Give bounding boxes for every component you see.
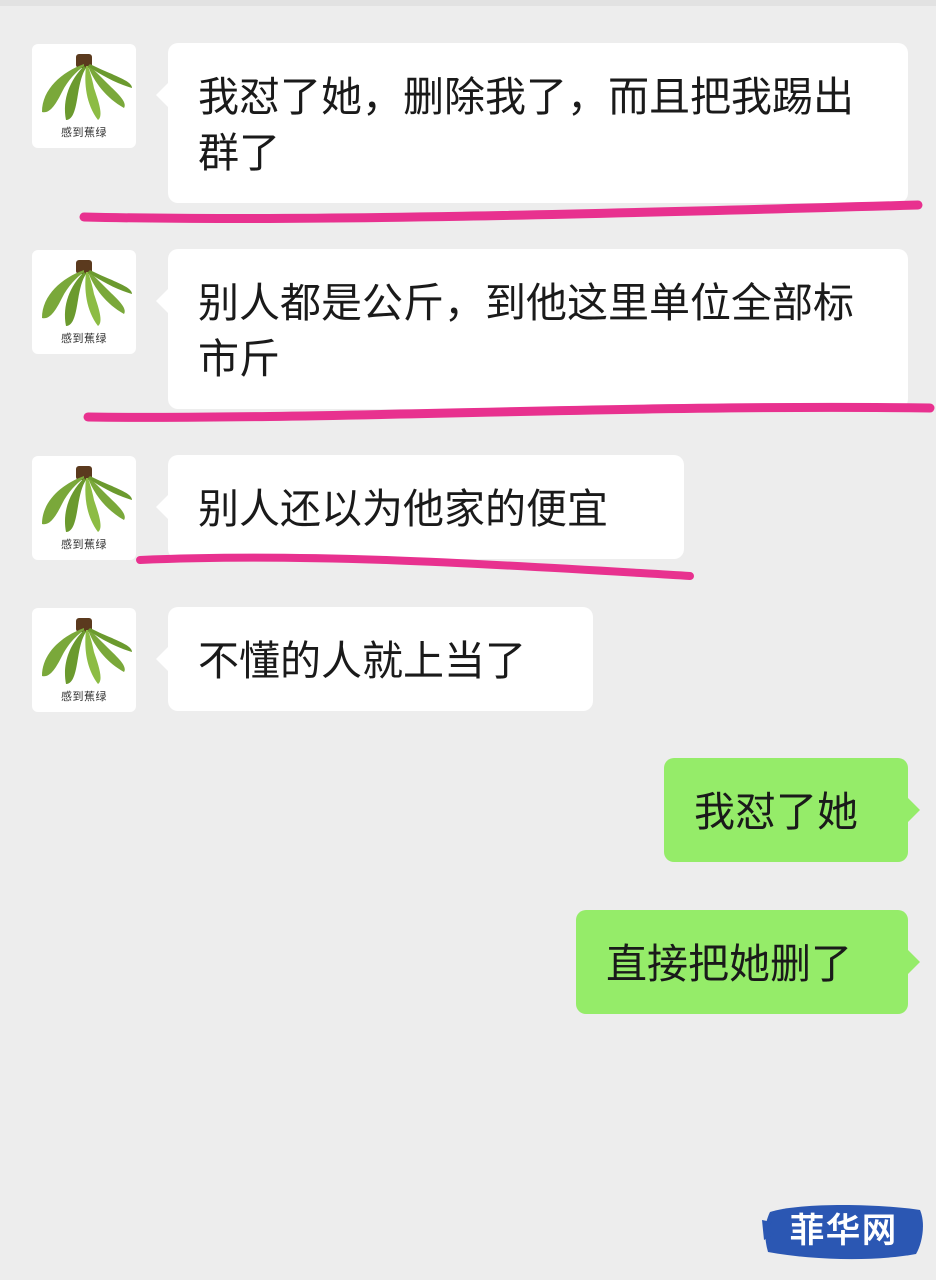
contact-avatar[interactable]: 感到蕉绿 bbox=[32, 608, 136, 712]
incoming-message-bubble[interactable]: 不懂的人就上当了 bbox=[156, 607, 593, 711]
message-text: 我怼了她，删除我了，而且把我踢出群了 bbox=[198, 73, 854, 177]
message-text: 别人还以为他家的便宜 bbox=[198, 485, 608, 533]
watermark-text: 菲华网 bbox=[790, 1211, 898, 1251]
contact-avatar[interactable]: 感到蕉绿 bbox=[32, 44, 136, 148]
avatar-caption: 感到蕉绿 bbox=[61, 126, 107, 139]
annotation-underline bbox=[79, 200, 923, 224]
incoming-message-bubble[interactable]: 别人还以为他家的便宜 bbox=[156, 455, 684, 559]
avatar-caption: 感到蕉绿 bbox=[61, 690, 107, 703]
message-text: 别人都是公斤，到他这里单位全部标市斤 bbox=[198, 279, 854, 383]
contact-avatar[interactable]: 感到蕉绿 bbox=[32, 250, 136, 354]
watermark-logo: 菲华网 bbox=[762, 1200, 926, 1262]
incoming-message-bubble[interactable]: 别人都是公斤，到他这里单位全部标市斤 bbox=[156, 249, 908, 409]
incoming-message-bubble[interactable]: 我怼了她，删除我了，而且把我踢出群了 bbox=[156, 43, 908, 203]
top-divider bbox=[0, 0, 936, 6]
contact-avatar[interactable]: 感到蕉绿 bbox=[32, 456, 136, 560]
avatar-caption: 感到蕉绿 bbox=[61, 332, 107, 345]
outgoing-message-bubble[interactable]: 直接把她删了 bbox=[576, 910, 920, 1014]
message-text: 不懂的人就上当了 bbox=[198, 637, 526, 685]
message-text: 我怼了她 bbox=[694, 788, 858, 836]
avatar-caption: 感到蕉绿 bbox=[61, 538, 107, 551]
annotation-underline bbox=[136, 553, 694, 580]
message-text: 直接把她删了 bbox=[606, 940, 852, 988]
outgoing-message-bubble[interactable]: 我怼了她 bbox=[664, 758, 920, 862]
